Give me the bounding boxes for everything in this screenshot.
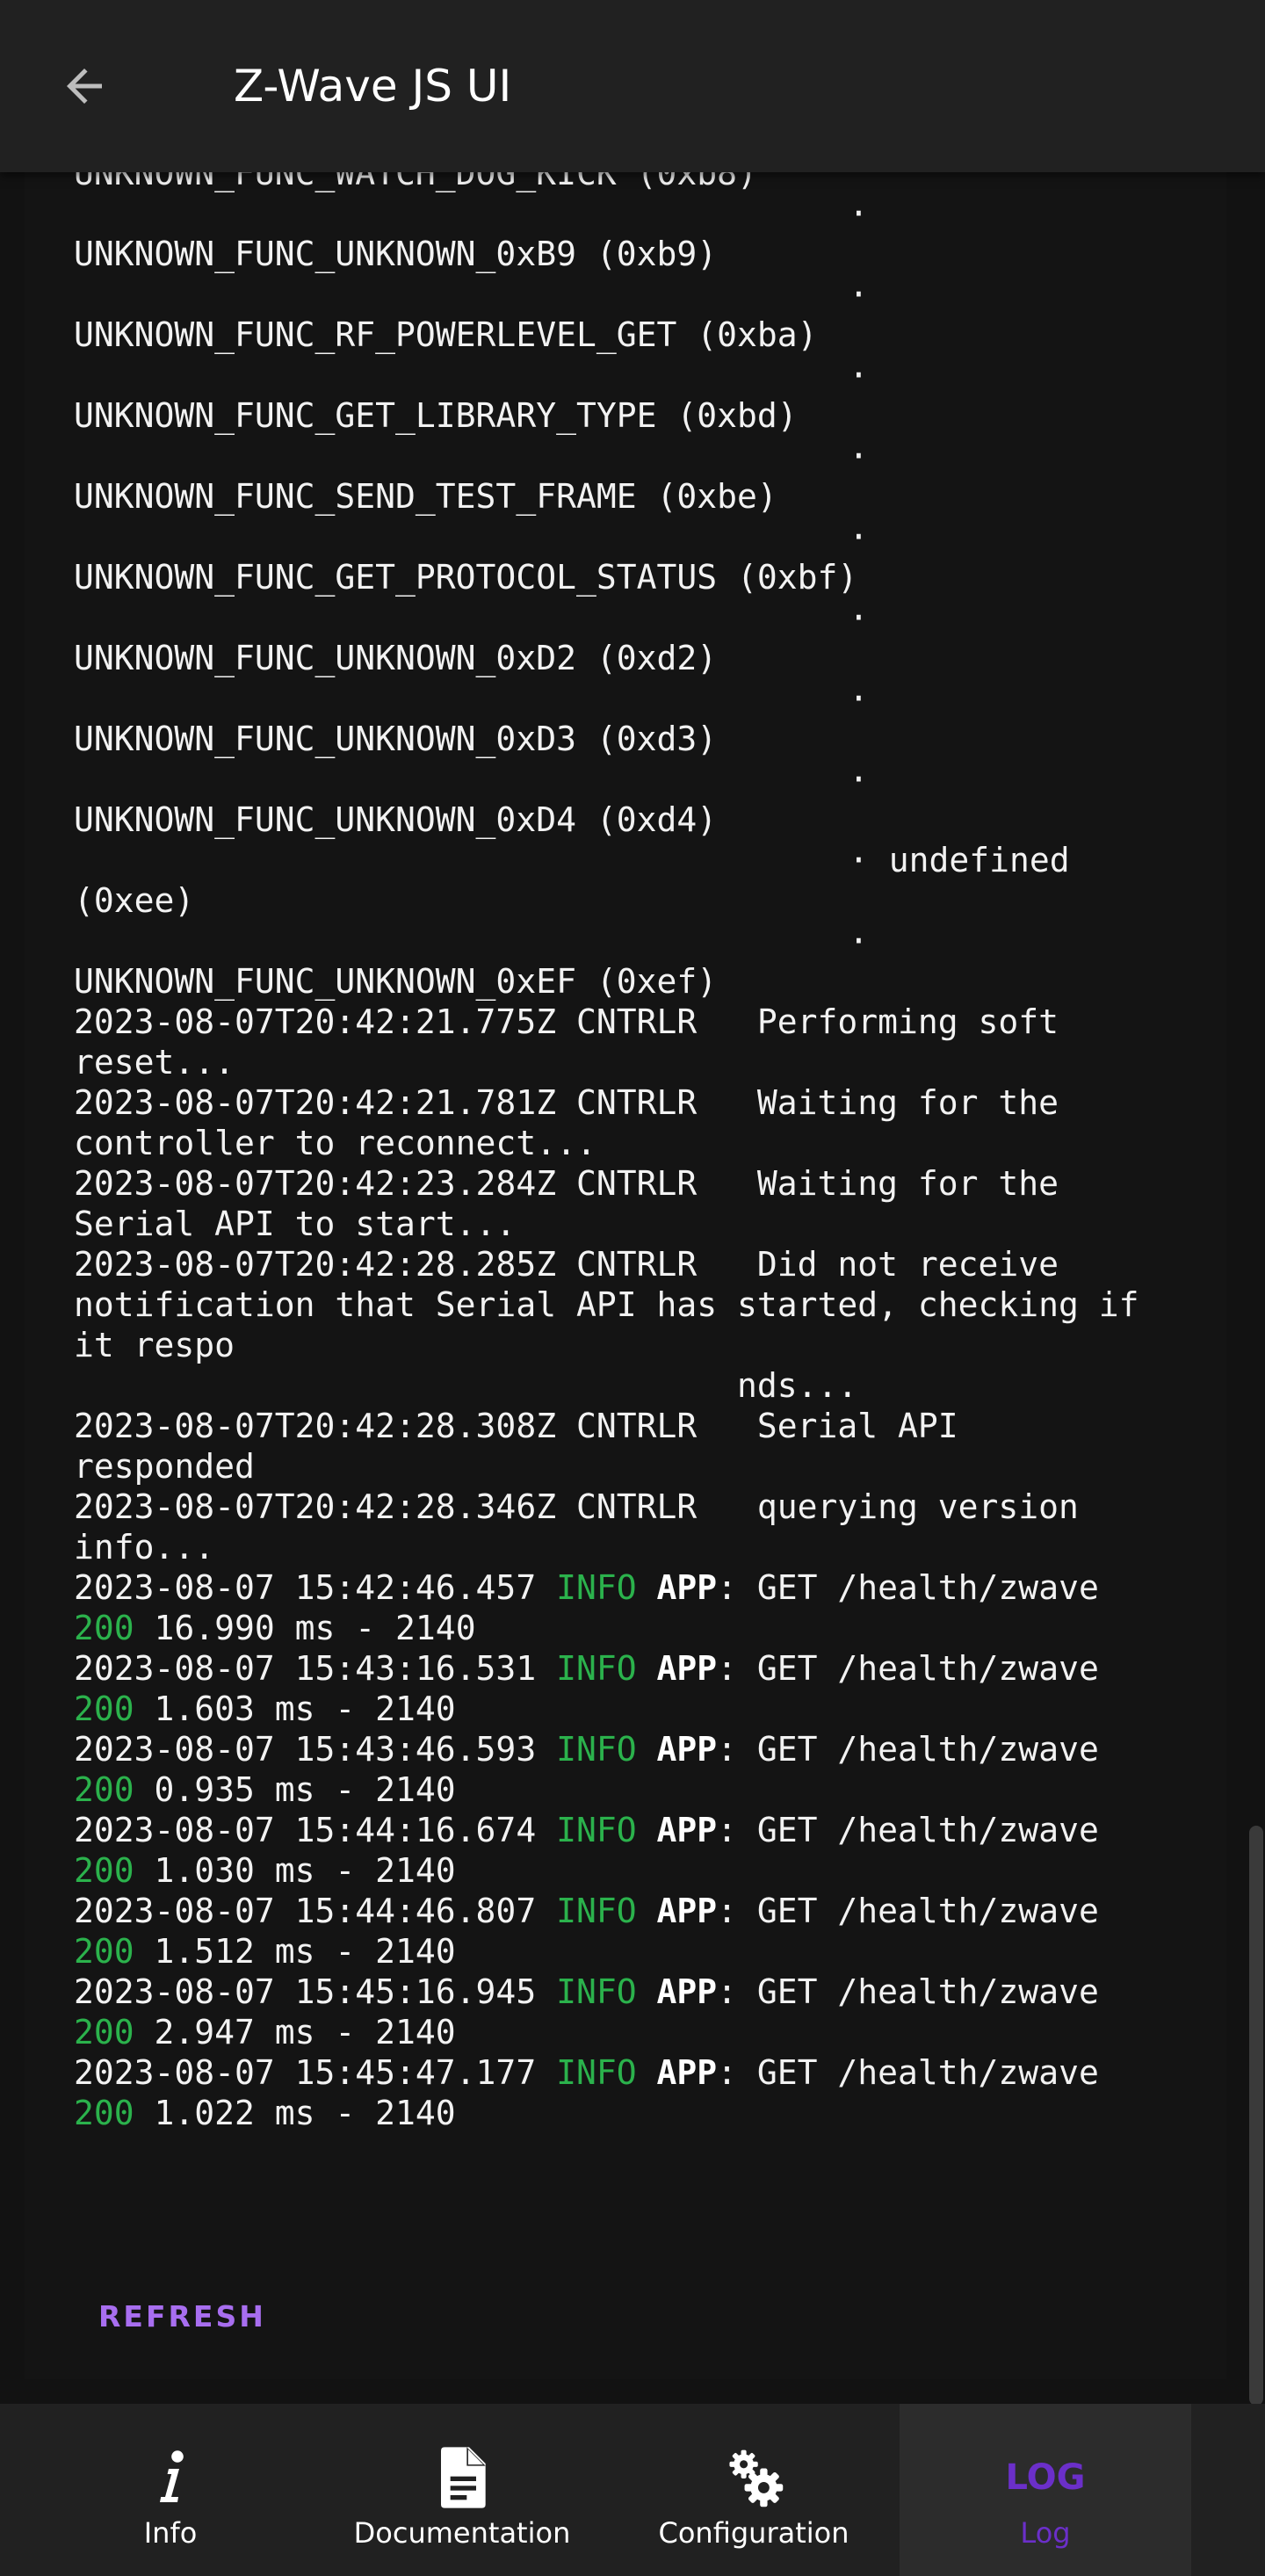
log-line: it respo bbox=[74, 1326, 235, 1364]
app-log-status: 200 1.603 ms - 2140 bbox=[74, 1690, 456, 1728]
log-line: UNKNOWN_FUNC_UNKNOWN_0xB9 (0xb9) bbox=[74, 235, 718, 273]
log-line: 2023-08-07T20:42:21.781Z CNTRLR Waiting … bbox=[74, 1083, 1059, 1122]
status-code: 200 bbox=[74, 1690, 134, 1728]
log-dot: · bbox=[849, 679, 869, 718]
status-code: 200 bbox=[74, 1932, 134, 1971]
log-output[interactable]: UNKNOWN_FUNC_WATCH_DOG_KICK (0xb8) · UNK… bbox=[74, 172, 1216, 2202]
status-code: 200 bbox=[74, 1770, 134, 1809]
log-line: controller to reconnect... bbox=[74, 1124, 596, 1162]
app-log-status: 200 1.022 ms - 2140 bbox=[74, 2094, 456, 2132]
status-code: 200 bbox=[74, 1851, 134, 1890]
log-dot: · undefined bbox=[849, 841, 1070, 879]
info-level: INFO bbox=[556, 1730, 637, 1769]
module-name: APP bbox=[656, 1972, 718, 2011]
log-dot: · bbox=[849, 760, 869, 799]
log-dot: · bbox=[849, 517, 869, 556]
scrollbar-thumb[interactable] bbox=[1249, 1826, 1263, 2406]
app-log-entry: 2023-08-07 15:43:46.593 INFO APP: GET /h… bbox=[74, 1730, 1099, 1769]
log-line: UNKNOWN_FUNC_UNKNOWN_0xD3 (0xd3) bbox=[74, 720, 718, 758]
log-line: 2023-08-07T20:42:23.284Z CNTRLR Waiting … bbox=[74, 1164, 1059, 1203]
log-icon-text: LOG bbox=[1005, 2457, 1086, 2498]
status-code: 200 bbox=[74, 2013, 134, 2051]
app-log-entry: 2023-08-07 15:44:46.807 INFO APP: GET /h… bbox=[74, 1892, 1099, 1930]
log-line: 2023-08-07T20:42:28.308Z CNTRLR Serial A… bbox=[74, 1407, 958, 1445]
app-log-entry: 2023-08-07 15:44:16.674 INFO APP: GET /h… bbox=[74, 1811, 1099, 1849]
nav-item-info[interactable]: Info bbox=[25, 2404, 316, 2576]
undefined-text: undefined bbox=[888, 841, 1070, 879]
app-log-status: 200 16.990 ms - 2140 bbox=[74, 1609, 476, 1647]
status-code: 200 bbox=[74, 1609, 134, 1647]
log-line: responded bbox=[74, 1447, 255, 1486]
nav-item-documentation[interactable]: Documentation bbox=[316, 2404, 608, 2576]
gears-icon bbox=[720, 2446, 787, 2509]
log-dot: · bbox=[849, 437, 869, 475]
app-header: Z-Wave JS UI bbox=[0, 0, 1265, 172]
log-line: info... bbox=[74, 1528, 215, 1567]
nav-item-configuration[interactable]: Configuration bbox=[608, 2404, 900, 2576]
module-name: APP bbox=[656, 1892, 718, 1930]
log-line: 2023-08-07T20:42:28.346Z CNTRLR querying… bbox=[74, 1487, 1079, 1526]
info-level: INFO bbox=[556, 1892, 637, 1930]
log-icon: LOG bbox=[1006, 2446, 1086, 2509]
log-line: UNKNOWN_FUNC_WATCH_DOG_KICK (0xb8) bbox=[74, 172, 757, 192]
module-name: APP bbox=[656, 1811, 718, 1849]
app-log-status: 200 1.030 ms - 2140 bbox=[74, 1851, 456, 1890]
module-name: APP bbox=[656, 1730, 718, 1769]
info-level: INFO bbox=[556, 1649, 637, 1688]
log-card: UNKNOWN_FUNC_WATCH_DOG_KICK (0xb8) · UNK… bbox=[25, 172, 1226, 2379]
app-log-status: 200 2.947 ms - 2140 bbox=[74, 2013, 456, 2051]
log-line: UNKNOWN_FUNC_RF_POWERLEVEL_GET (0xba) bbox=[74, 315, 818, 354]
arrow-left-icon bbox=[67, 69, 102, 104]
log-line: UNKNOWN_FUNC_UNKNOWN_0xD4 (0xd4) bbox=[74, 800, 718, 839]
app-log-entry: 2023-08-07 15:42:46.457 INFO APP: GET /h… bbox=[74, 1568, 1099, 1607]
log-line: Serial API to start... bbox=[74, 1205, 517, 1243]
log-line: (0xee) bbox=[74, 881, 195, 920]
log-line: notification that Serial API has started… bbox=[74, 1285, 1139, 1324]
nav-label: Log bbox=[1020, 2516, 1071, 2550]
app-log-status: 200 0.935 ms - 2140 bbox=[74, 1770, 456, 1809]
bottom-nav: Info Documentation Configuration LOG Log bbox=[0, 2404, 1265, 2576]
status-code: 200 bbox=[74, 2094, 134, 2132]
refresh-button[interactable]: REFRESH bbox=[74, 2284, 291, 2348]
log-dot: · bbox=[849, 922, 869, 960]
back-button[interactable] bbox=[46, 47, 123, 125]
nav-label: Documentation bbox=[353, 2516, 571, 2550]
log-line: UNKNOWN_FUNC_GET_PROTOCOL_STATUS (0xbf) bbox=[74, 558, 858, 597]
app-log-status: 200 1.512 ms - 2140 bbox=[74, 1932, 456, 1971]
app-log-entry: 2023-08-07 15:45:47.177 INFO APP: GET /h… bbox=[74, 2053, 1099, 2092]
info-level: INFO bbox=[556, 1568, 637, 1607]
log-line: nds... bbox=[74, 1366, 858, 1405]
log-line: reset... bbox=[74, 1043, 235, 1082]
log-line: 2023-08-07T20:42:28.285Z CNTRLR Did not … bbox=[74, 1245, 1059, 1284]
log-line: UNKNOWN_FUNC_SEND_TEST_FRAME (0xbe) bbox=[74, 477, 777, 516]
log-dot: · bbox=[849, 275, 869, 314]
log-dot: · bbox=[849, 194, 869, 233]
info-level: INFO bbox=[556, 1972, 637, 2011]
module-name: APP bbox=[656, 1568, 718, 1607]
module-name: APP bbox=[656, 1649, 718, 1688]
page-title: Z-Wave JS UI bbox=[234, 61, 512, 112]
log-line: UNKNOWN_FUNC_UNKNOWN_0xEF (0xef) bbox=[74, 962, 718, 1001]
app-log-entry: 2023-08-07 15:43:16.531 INFO APP: GET /h… bbox=[74, 1649, 1099, 1688]
info-level: INFO bbox=[556, 1811, 637, 1849]
nav-label: Configuration bbox=[658, 2516, 849, 2550]
log-dot: · bbox=[849, 356, 869, 394]
log-line: UNKNOWN_FUNC_GET_LIBRARY_TYPE (0xbd) bbox=[74, 396, 798, 435]
app-log-entry: 2023-08-07 15:45:16.945 INFO APP: GET /h… bbox=[74, 1972, 1099, 2011]
module-name: APP bbox=[656, 2053, 718, 2092]
log-line: 2023-08-07T20:42:21.775Z CNTRLR Performi… bbox=[74, 1002, 1059, 1041]
info-level: INFO bbox=[556, 2053, 637, 2092]
nav-item-log[interactable]: LOG Log bbox=[900, 2404, 1191, 2576]
info-icon bbox=[144, 2446, 197, 2509]
log-dot: · bbox=[849, 598, 869, 637]
document-icon bbox=[434, 2446, 490, 2509]
nav-label: Info bbox=[143, 2516, 198, 2550]
log-line: UNKNOWN_FUNC_UNKNOWN_0xD2 (0xd2) bbox=[74, 639, 718, 677]
